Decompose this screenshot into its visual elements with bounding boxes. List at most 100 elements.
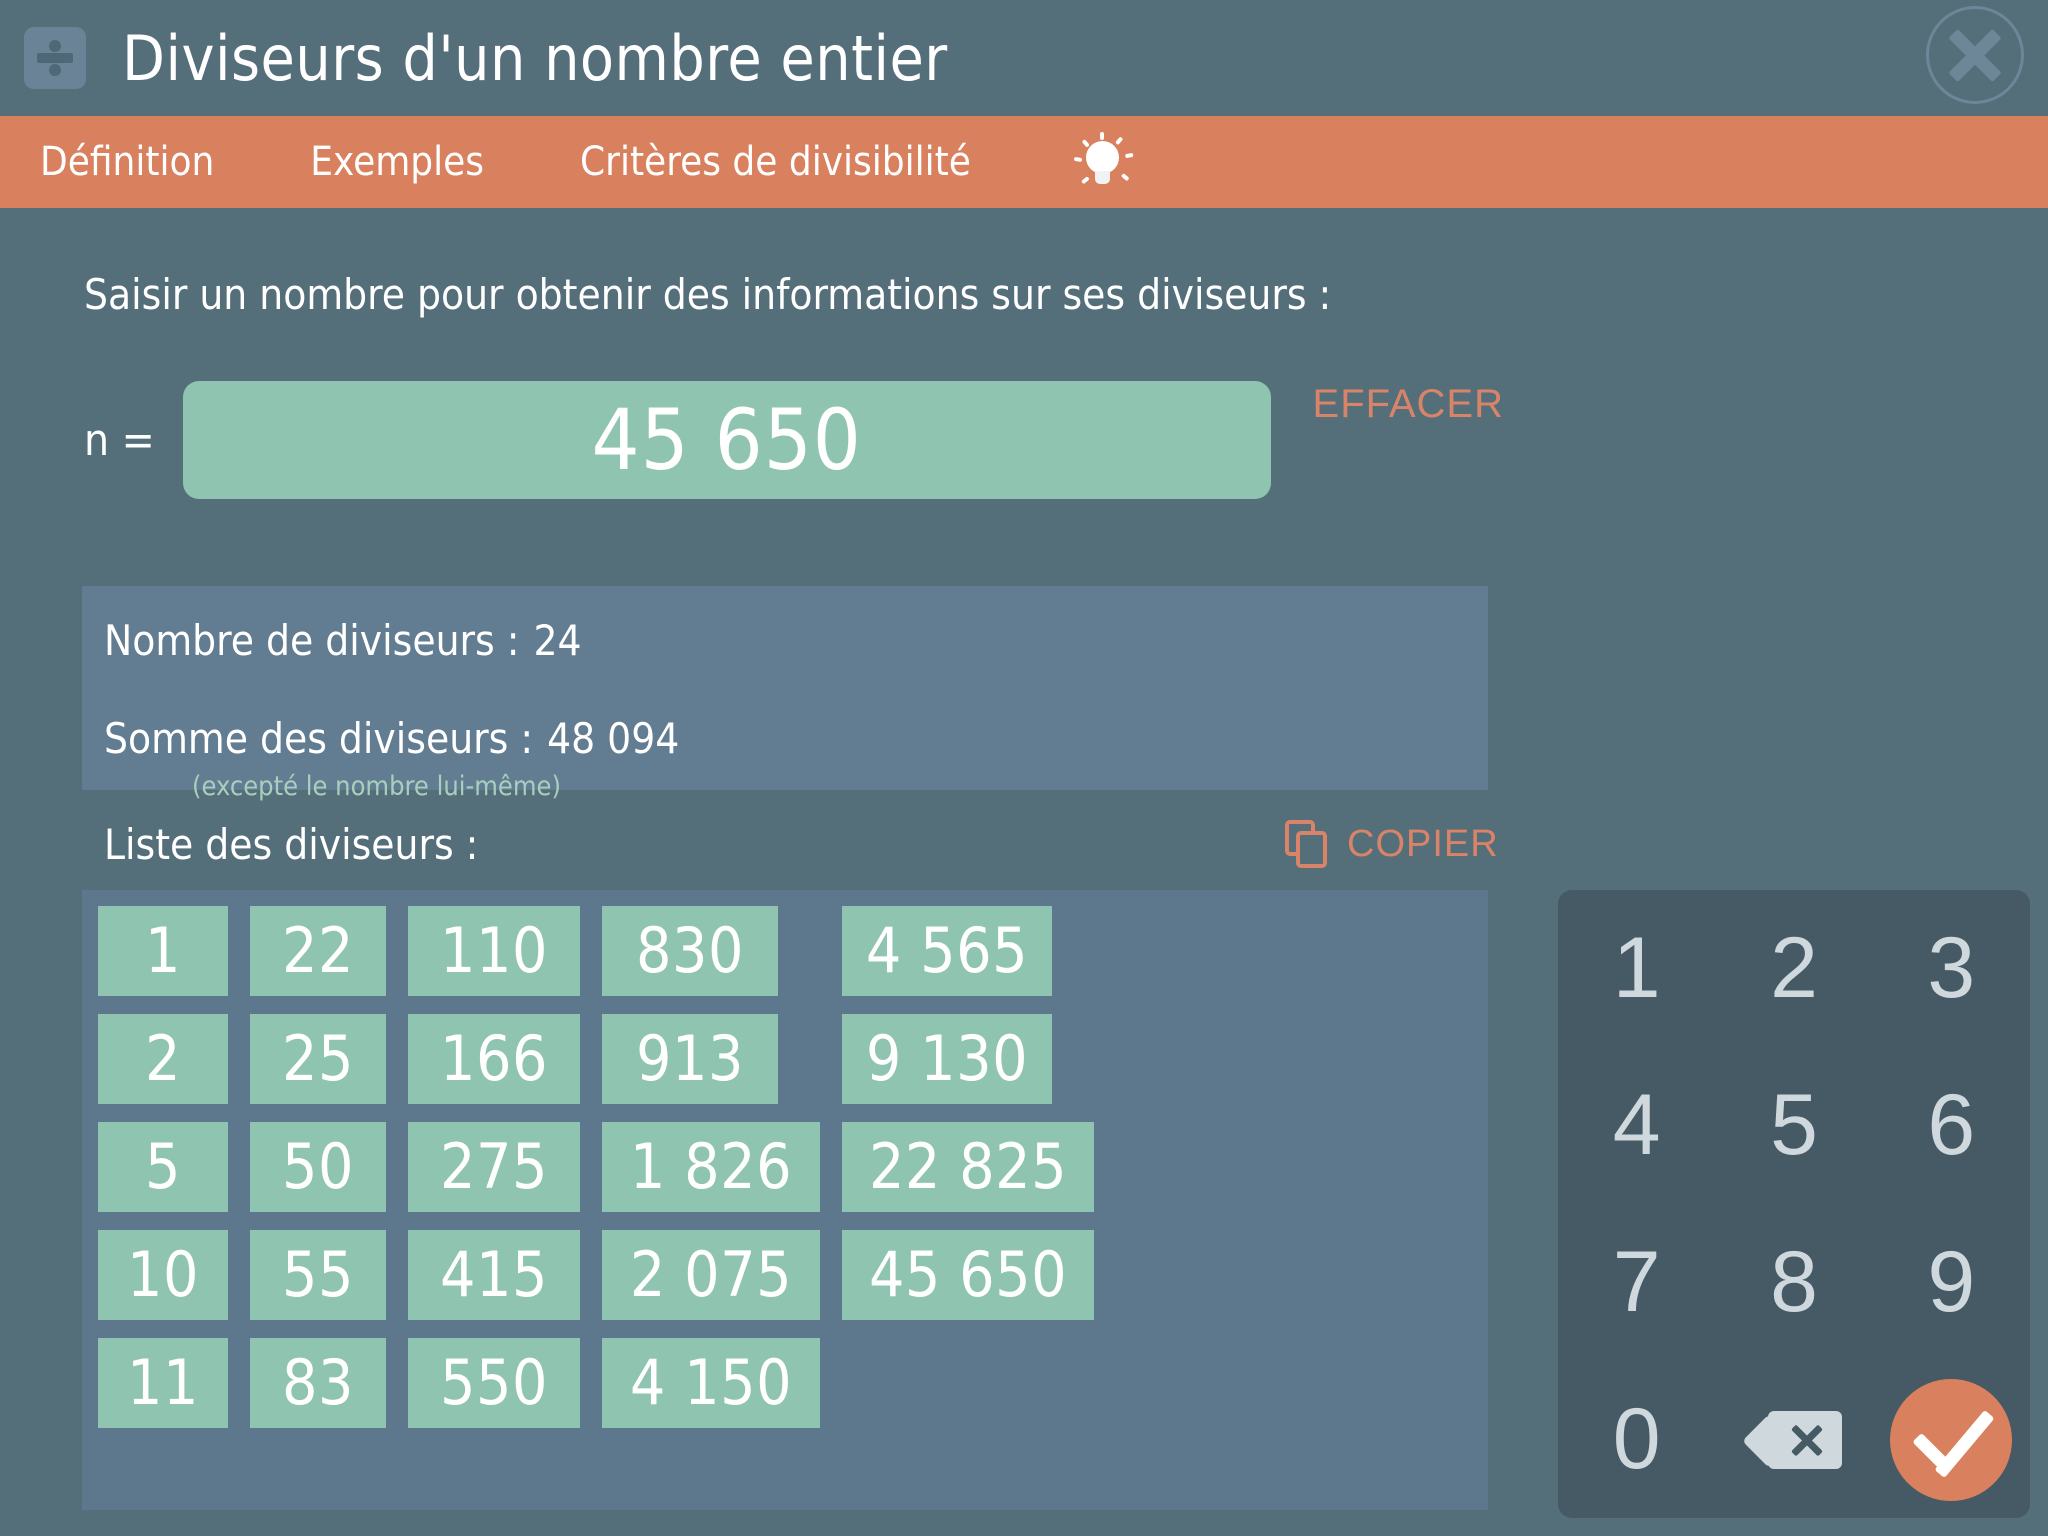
divisor-tile[interactable]: 10 [98,1230,228,1320]
lightbulb-ray [1080,176,1090,185]
divisor-value: 1 [145,914,181,987]
copy-button[interactable]: COPIER [1285,820,1499,868]
lightbulb-ray [1073,156,1083,163]
divisor-value: 55 [282,1238,354,1311]
division-icon [24,27,86,89]
lightbulb-ray [1114,136,1124,146]
divisor-grid: 1 2 5 10 11 22 25 50 55 83 110 166 275 4… [82,890,1488,1510]
keypad-key-2[interactable]: 2 [1715,890,1872,1047]
divisor-count-row: Nombre de diviseurs : 24 [104,616,582,665]
divisor-tile[interactable]: 166 [408,1014,580,1104]
divisor-column: 22 25 50 55 83 [250,906,386,1428]
division-icon-dot-bottom [49,64,61,76]
divisor-value: 830 [636,914,744,987]
divisor-value: 11 [127,1346,199,1419]
divisor-column: 110 166 275 415 550 [408,906,580,1428]
divisor-tile[interactable]: 11 [98,1338,228,1428]
sidebar-item-criteres-divisibilite[interactable]: Critères de divisibilité [580,139,971,185]
divisor-list-label: Liste des diviseurs : [104,820,479,869]
sidebar-item-exemples[interactable]: Exemples [310,139,484,185]
divisor-count-value: 24 [533,616,582,665]
clear-button[interactable]: EFFACER [1313,382,1504,427]
divisor-tile[interactable]: 83 [250,1338,386,1428]
keypad-key-6[interactable]: 6 [1873,1047,2030,1204]
divisor-tile[interactable]: 50 [250,1122,386,1212]
copy-icon [1285,820,1329,868]
input-prompt-label: Saisir un nombre pour obtenir des inform… [84,270,1332,319]
divisor-tile[interactable]: 110 [408,906,580,996]
divisor-value: 2 [145,1022,181,1095]
numeric-keypad: 1 2 3 4 5 6 7 8 9 0 [1558,890,2030,1518]
keypad-key-8[interactable]: 8 [1715,1204,1872,1361]
keypad-key-7[interactable]: 7 [1558,1204,1715,1361]
lightbulb-icon[interactable] [1067,127,1137,197]
divisor-value: 4 565 [865,914,1029,987]
divisor-tile[interactable]: 275 [408,1122,580,1212]
divisor-column: 4 565 9 130 22 825 45 650 [842,906,1094,1320]
divisor-value: 2 075 [629,1238,793,1311]
number-input-row: n = 45 650 EFFACER [84,380,1504,500]
keypad-key-1[interactable]: 1 [1558,890,1715,1047]
divisor-tile[interactable]: 1 826 [602,1122,820,1212]
division-icon-bar [37,53,73,63]
divisor-tile[interactable]: 22 825 [842,1122,1094,1212]
keypad-key-4[interactable]: 4 [1558,1047,1715,1204]
divisor-sum-label: Somme des diviseurs : [104,714,534,763]
divisor-tile[interactable]: 415 [408,1230,580,1320]
backspace-icon[interactable] [1715,1361,1872,1518]
divisor-tile[interactable]: 9 130 [842,1014,1052,1104]
divisor-value: 50 [282,1130,354,1203]
division-icon-dot-top [49,40,61,52]
divisor-sum-note: (excepté le nombre lui-même) [192,771,561,802]
divisor-value: 4 150 [629,1346,793,1419]
divisor-value: 25 [282,1022,354,1095]
divisor-value: 550 [440,1346,548,1419]
lightbulb-ray [1099,132,1104,140]
divisor-tile[interactable]: 4 150 [602,1338,820,1428]
lightbulb-ray [1120,173,1130,182]
divisor-tile[interactable]: 550 [408,1338,580,1428]
nav-bar: Définition Exemples Critères de divisibi… [0,116,2048,208]
number-input[interactable]: 45 650 [182,381,1271,499]
lightbulb-base [1094,171,1110,184]
sidebar-item-definition[interactable]: Définition [40,139,214,185]
divisor-tile[interactable]: 4 565 [842,906,1052,996]
divisor-tile[interactable]: 2 075 [602,1230,820,1320]
divisor-tile[interactable]: 913 [602,1014,778,1104]
confirm-button[interactable] [1873,1361,2030,1518]
keypad-key-9[interactable]: 9 [1873,1204,2030,1361]
divisor-value: 913 [636,1022,744,1095]
copy-icon-front-sheet [1296,831,1327,868]
n-equals-label: n = [84,414,155,466]
keypad-key-5[interactable]: 5 [1715,1047,1872,1204]
divisor-column: 1 2 5 10 11 [98,906,228,1428]
divisor-value: 415 [440,1238,548,1311]
divisor-column: 830 913 1 826 2 075 4 150 [602,906,820,1428]
divisor-tile[interactable]: 55 [250,1230,386,1320]
divisor-count-label: Nombre de diviseurs : [104,616,520,665]
page-title: Diviseurs d'un nombre entier [122,21,948,95]
check-icon [1890,1378,2013,1501]
divisor-value: 22 825 [868,1130,1068,1203]
divisor-tile[interactable]: 45 650 [842,1230,1094,1320]
divisor-sum-value: 48 094 [547,714,680,763]
close-icon[interactable] [1926,6,2024,104]
keypad-key-0[interactable]: 0 [1558,1361,1715,1518]
divisor-value: 83 [282,1346,354,1419]
divisor-value: 1 826 [629,1130,793,1203]
divisor-tile[interactable]: 2 [98,1014,228,1104]
lightbulb-ray [1124,152,1134,159]
divisor-value: 5 [145,1130,181,1203]
divisor-tile[interactable]: 5 [98,1122,228,1212]
copy-button-label: COPIER [1347,822,1499,865]
divisor-tile[interactable]: 25 [250,1014,386,1104]
divisor-info-panel: Nombre de diviseurs : 24 Somme des divise… [82,586,1488,802]
divisor-tile[interactable]: 22 [250,906,386,996]
lightbulb-glass [1085,141,1119,174]
divisor-tile[interactable]: 1 [98,906,228,996]
backspace-icon-shape [1742,1410,1842,1469]
divisor-tile[interactable]: 830 [602,906,778,996]
divisor-value: 166 [440,1022,548,1095]
divisor-value: 9 130 [865,1022,1029,1095]
keypad-key-3[interactable]: 3 [1873,890,2030,1047]
